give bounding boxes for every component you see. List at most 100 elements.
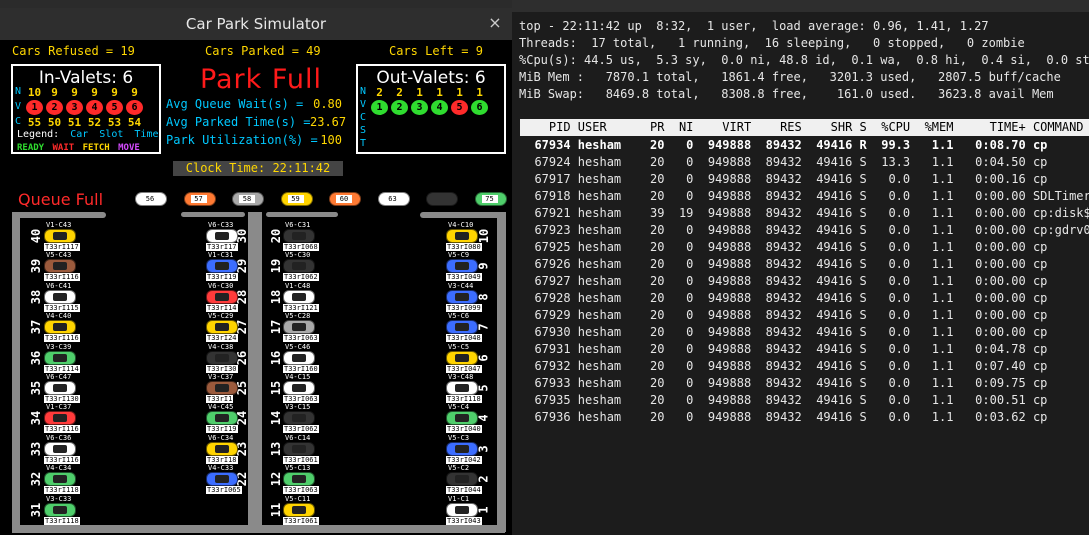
slot-car-tag: V1-C1 — [448, 494, 470, 503]
parked-car — [446, 381, 478, 395]
in-valets-queue-counts: 10 9 9 9 9 9 — [26, 87, 143, 99]
parked-car — [44, 441, 76, 456]
slot-car-plate: T33rI040 — [446, 425, 482, 434]
valet-car-id: 55 — [27, 116, 42, 129]
parking-slot: 38 V6-C41 T33rI115 — [28, 282, 80, 312]
parking-slot: 28 V6-C30 T33rI14 — [206, 282, 258, 312]
parked-car — [283, 350, 315, 365]
top-swap-line: MiB Swap: 8469.8 total, 8308.8 free, 161… — [519, 87, 1054, 101]
parking-slot: 6 V5-C5 T33rI047 — [446, 343, 498, 373]
queue-car-id: 60 — [336, 195, 352, 203]
valet-car-id: 54 — [127, 116, 142, 129]
row-label-n: N — [15, 86, 22, 97]
parked-car — [283, 502, 315, 517]
valet-count: 10 — [27, 86, 42, 99]
parking-slot: 14 V3-C15 T33rI062 — [268, 403, 320, 434]
parked-car — [283, 472, 315, 487]
parking-slot: 37 V4-C40 T33rI116 — [28, 312, 80, 343]
parked-car — [206, 289, 238, 304]
out-valets-queue-counts: 2 2 1 1 1 1 — [371, 87, 488, 99]
parking-slot: 26 V4-C38 T33rI30 — [206, 343, 258, 373]
row-label-v: V — [15, 101, 22, 112]
row-label-v: V — [360, 99, 367, 110]
lot-frame — [12, 212, 106, 218]
process-row: 67935 hesham 20 0 949888 89432 49416 S 0… — [520, 393, 1048, 407]
window-title: Car Park Simulator — [185, 15, 327, 33]
row-label-n: N — [360, 86, 367, 97]
parking-slot: 7 V5-C6 T33rI048 — [446, 312, 498, 343]
slot-car-plate: T33rI118 — [44, 486, 80, 495]
slot-car-tag: V3-C37 — [208, 373, 234, 381]
lot-frame — [12, 212, 20, 532]
parking-slot: 35 V6-C47 T33rI130 — [28, 373, 80, 403]
slot-car-plate: T33rI043 — [446, 516, 482, 525]
slot-number: 40 — [28, 228, 43, 244]
slot-car-plate: T33rI130 — [44, 395, 80, 403]
slot-car-plate: T33rI116 — [44, 273, 80, 282]
queue-car: 59 — [275, 188, 319, 210]
in-valets-status-dots: 1 2 3 4 5 6 — [26, 100, 143, 115]
slot-car-tag: V6-C47 — [46, 373, 72, 381]
parking-slot: 39 V5-C43 T33rI116 — [28, 251, 80, 282]
slot-car-tag: V5-C2 — [448, 464, 470, 473]
slot-car-plate: T33rI099 — [446, 303, 482, 312]
parking-slot: 30 V6-C33 T33rI17 — [206, 221, 258, 251]
slot-car-plate: T33rI116 — [44, 425, 80, 434]
metric-label: Park Utilization(%) = — [166, 133, 318, 147]
top-threads-line: Threads: 17 total, 1 running, 16 sleepin… — [519, 36, 1025, 50]
slot-car-plate: T33rI042 — [446, 455, 482, 464]
parked-car — [446, 229, 478, 243]
slot-car-plate: T33rI117 — [44, 243, 80, 251]
parked-car — [206, 441, 238, 456]
slot-number: 39 — [28, 259, 43, 274]
process-row: 67929 hesham 20 0 949888 89432 49416 S 0… — [520, 308, 1048, 322]
lot-frame — [497, 212, 506, 532]
parked-car — [283, 289, 315, 304]
slot-car-tag: V3-C33 — [46, 494, 72, 503]
slot-car-plate: T33rI1 — [206, 395, 234, 403]
valet-count: 1 — [416, 86, 423, 99]
parking-slot: 20 V6-C31 T33rI068 — [268, 221, 320, 251]
park-full-banner: Park Full — [199, 64, 323, 95]
slot-number: 36 — [28, 350, 43, 365]
valet-dot: 2 — [46, 100, 63, 115]
legend-slot: Slot — [99, 129, 124, 140]
parking-slot: 13 V6-C14 T33rI061 — [268, 434, 320, 464]
parked-car — [283, 320, 315, 335]
process-table-header: PID USER PR NI VIRT RES SHR S %CPU %MEM … — [520, 119, 1089, 136]
parked-car — [446, 259, 478, 274]
slot-car-tag: V5-C5 — [448, 342, 470, 351]
parking-slot: 17 V5-C28 T33rI063 — [268, 312, 320, 343]
slot-car-plate: T33rI18 — [206, 455, 238, 464]
valet-dot: 6 — [471, 100, 488, 115]
slot-car-plate: T33rI061 — [283, 455, 319, 464]
top-uptime-line: top - 22:11:42 up 8:32, 1 user, load ave… — [519, 19, 989, 33]
valet-car-id: 50 — [47, 116, 62, 129]
car-body — [426, 192, 458, 206]
parking-slot: 36 V3-C39 T33rI114 — [28, 343, 80, 373]
window-titlebar[interactable]: Car Park Simulator — [0, 8, 512, 40]
slot-car-plate: T33rI062 — [283, 273, 319, 282]
in-valets-car-ids: 55 50 51 52 53 54 — [26, 116, 143, 129]
slot-car-plate: T33rI044 — [446, 486, 482, 495]
parking-slot: 12 V5-C13 T33rI063 — [268, 464, 320, 495]
out-valets-status-dots: 1 2 3 4 5 6 — [371, 100, 488, 115]
slot-car-tag: V5-C30 — [285, 251, 311, 260]
parked-car — [446, 441, 478, 456]
slot-number: 34 — [28, 411, 43, 426]
queue-car: 57 — [178, 188, 222, 210]
top-mem-line: MiB Mem : 7870.1 total, 1861.4 free, 320… — [519, 70, 1061, 84]
parked-car — [44, 350, 76, 365]
slot-car-tag: V1-C31 — [208, 251, 234, 260]
parking-slot: 10 V4-C10 T33rI080 — [446, 221, 498, 251]
slot-car-plate: T33rI19 — [206, 273, 238, 282]
slot-car-tag: V4-C38 — [208, 342, 234, 351]
close-icon[interactable]: × — [486, 14, 504, 32]
slot-car-plate: T33rI047 — [446, 364, 482, 373]
slot-car-tag: V4-C10 — [448, 221, 474, 229]
slot-car-plate: T33rI049 — [446, 273, 482, 282]
slot-car-plate: T33rI160 — [283, 364, 319, 373]
valet-car-id: 51 — [67, 116, 82, 129]
car-park-simulator-window: Car Park Simulator × Cars Refused = 19 C… — [0, 8, 512, 535]
parking-slot: 22 V4-C33 T33rI065 — [206, 464, 258, 495]
